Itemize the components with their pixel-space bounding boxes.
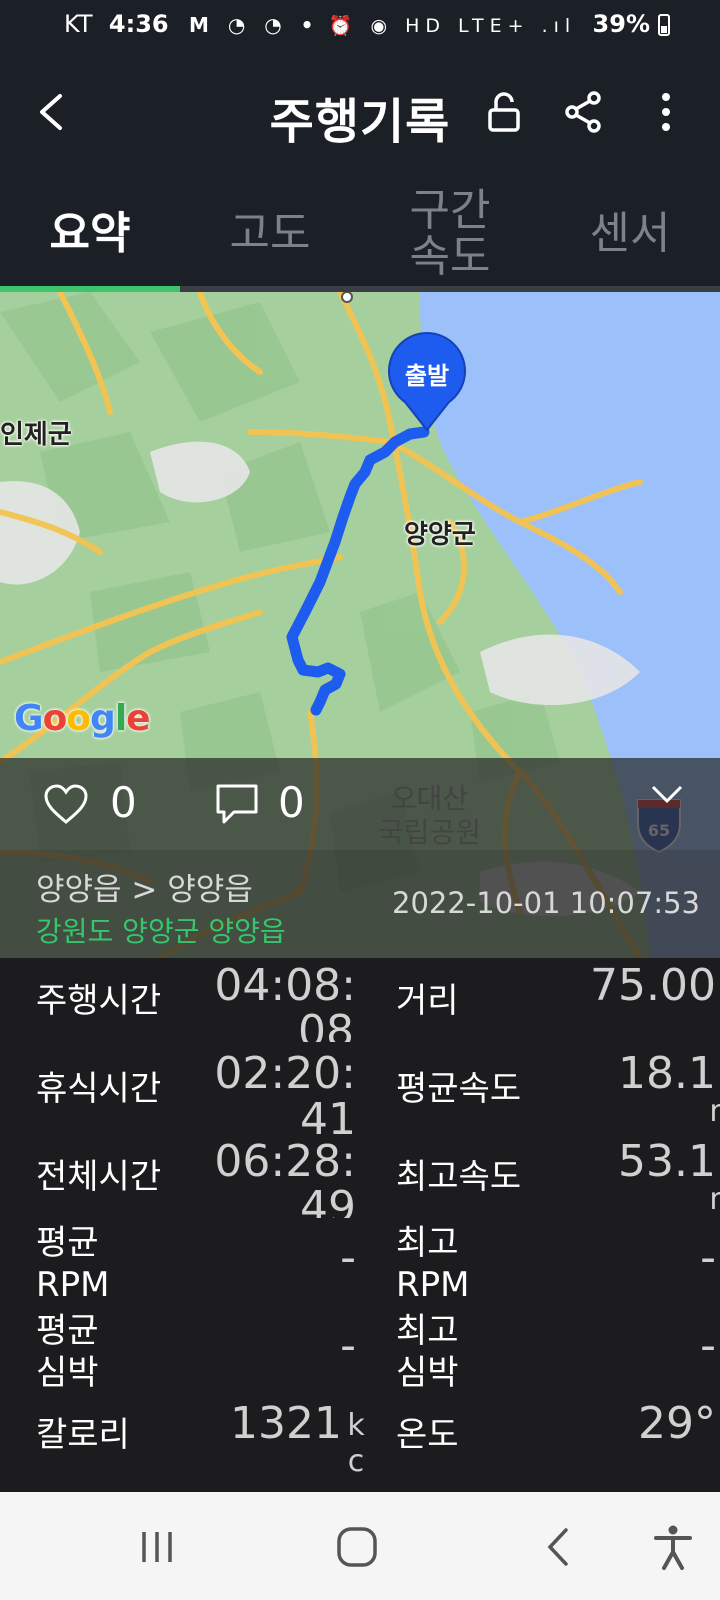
- google-letter: g: [90, 698, 116, 739]
- recent-apps-icon[interactable]: [132, 1522, 182, 1572]
- home-icon[interactable]: [332, 1522, 382, 1572]
- stat-value: -: [340, 1232, 356, 1283]
- stat-calories: 칼로리 1321 kc: [36, 1398, 396, 1492]
- stat-ride-time: 주행시간 04:08: 08: [36, 958, 396, 1046]
- google-letter: e: [126, 698, 150, 739]
- stat-label: 전체시간: [36, 1157, 162, 1197]
- stat-value: 18.1: [618, 1048, 716, 1099]
- google-letter: G: [14, 698, 44, 739]
- google-letter: o: [42, 698, 68, 739]
- tab-sensor[interactable]: 센서: [540, 178, 720, 290]
- accessibility-icon[interactable]: [648, 1522, 698, 1572]
- chevron-down-icon[interactable]: [650, 784, 684, 806]
- share-icon[interactable]: [560, 88, 608, 136]
- tab-section-speed-line1: 구간: [409, 185, 491, 236]
- google-letter: l: [114, 698, 127, 739]
- stat-label: 평균 심박: [36, 1310, 99, 1394]
- stat-max-heart-rate: 최고 심박 -: [396, 1310, 720, 1398]
- app-header: 주행기록: [0, 52, 720, 178]
- stat-label: 거리: [396, 981, 459, 1021]
- stat-unit-overflow: m/: [706, 1094, 720, 1130]
- ride-stats: 주행시간 04:08: 08 거리 75.00 km 휴식시간 02:20: 4…: [0, 958, 720, 1492]
- stat-label-line2: RPM: [396, 1265, 470, 1305]
- stat-value: 1321: [230, 1398, 342, 1449]
- notification-icons: M ◔ ◔ •: [188, 13, 320, 37]
- stat-label-line2: 심박: [396, 1353, 459, 1393]
- google-logo: Google: [14, 698, 151, 739]
- stat-label: 칼로리: [36, 1415, 130, 1455]
- stat-label-line1: 최고: [396, 1223, 459, 1263]
- stat-label: 온도: [396, 1415, 459, 1455]
- stat-value: 53.1: [618, 1136, 716, 1187]
- tab-section-speed-line2: 속도: [409, 231, 491, 282]
- stat-avg-speed: 평균속도 18.1 k m/: [396, 1046, 720, 1134]
- stat-value-overflow: 49: [300, 1182, 356, 1218]
- stat-label: 평균속도: [396, 1069, 522, 1109]
- stat-value: 02:20:: [214, 1048, 356, 1099]
- stat-label: 평균 RPM: [36, 1222, 109, 1306]
- social-bar: 0 0 오대산 국립공원: [0, 758, 720, 850]
- stat-max-speed: 최고속도 53.1 k m/: [396, 1134, 720, 1222]
- like-count: 0: [110, 778, 137, 827]
- stat-temperature: 온도 29°: [396, 1398, 720, 1486]
- carrier-label: KT: [64, 10, 93, 38]
- stat-label: 최고 심박: [396, 1310, 459, 1394]
- odaesan-line1: 오대산: [390, 782, 469, 815]
- stat-label-line1: 평균: [36, 1223, 99, 1263]
- map-label-inje: 인제군: [0, 420, 72, 450]
- system-nav-bar: [0, 1492, 720, 1600]
- stat-rest-time: 휴식시간 02:20: 41: [36, 1046, 396, 1145]
- status-bar: KT 4:36 M ◔ ◔ • ⏰ ◉ HD LTE+ .ıl 39%: [0, 0, 720, 52]
- heart-icon[interactable]: [42, 782, 90, 826]
- google-letter: o: [66, 698, 91, 739]
- stat-avg-heart-rate: 평균 심박 -: [36, 1310, 396, 1398]
- comment-count: 0: [278, 778, 305, 827]
- stat-value: -: [700, 1232, 716, 1283]
- ride-datetime: 2022-10-01 10:07:53: [392, 886, 700, 920]
- stat-unit-overflow: m/: [706, 1182, 720, 1218]
- tab-altitude[interactable]: 고도: [180, 178, 360, 290]
- odaesan-line2: 국립공원: [378, 816, 482, 849]
- region-name: 강원도 양양군 양양읍: [36, 915, 286, 948]
- status-time: 4:36: [108, 10, 169, 38]
- stat-value: 04:08:: [214, 960, 356, 1011]
- battery-icon: [658, 14, 670, 36]
- tab-bar: 요약 고도 구간 속도 센서: [0, 178, 720, 290]
- stat-label: 최고 RPM: [396, 1222, 469, 1306]
- stat-label: 휴식시간: [36, 1069, 162, 1109]
- location-bar: 양양읍 > 양양읍 강원도 양양군 양양읍 2022-10-01 10:07:5…: [0, 850, 720, 958]
- stat-label: 주행시간: [36, 981, 162, 1021]
- battery-percent: 39%: [592, 10, 650, 38]
- stat-unit: kc: [347, 1408, 365, 1479]
- tab-summary[interactable]: 요약: [0, 178, 180, 290]
- stat-label-line2: RPM: [36, 1265, 110, 1305]
- stat-label-line2: 심박: [36, 1353, 99, 1393]
- back-icon[interactable]: [534, 1522, 584, 1572]
- status-right: ⏰ ◉ HD LTE+ .ıl 39%: [328, 10, 670, 38]
- unlock-icon[interactable]: [480, 88, 528, 136]
- stat-distance: 거리 75.00 km: [396, 958, 720, 1046]
- stat-label-line1: 최고: [396, 1311, 459, 1351]
- status-left: KT 4:36 M ◔ ◔ •: [64, 10, 319, 38]
- comment-icon[interactable]: [214, 782, 260, 826]
- stat-value-overflow: 08: [298, 1006, 354, 1042]
- tab-section-speed[interactable]: 구간 속도: [360, 178, 540, 290]
- map-label-odaesan: 오대산 국립공원: [378, 782, 481, 850]
- stat-max-rpm: 최고 RPM -: [396, 1222, 720, 1310]
- stat-value: -: [700, 1320, 716, 1371]
- stat-value: -: [340, 1320, 356, 1371]
- start-marker-label: 출발: [405, 362, 449, 390]
- more-vertical-icon[interactable]: [642, 88, 690, 136]
- stat-label-line1: 평균: [36, 1311, 99, 1351]
- stat-avg-rpm: 평균 RPM -: [36, 1222, 396, 1310]
- stat-value: 75.00: [590, 960, 716, 1011]
- stat-total-time: 전체시간 06:28: 49: [36, 1134, 396, 1222]
- stat-value: 06:28:: [214, 1136, 356, 1187]
- map-label-yangyang: 양양군: [404, 520, 476, 550]
- stat-label: 최고속도: [396, 1157, 522, 1197]
- page-title: 주행기록: [269, 94, 451, 150]
- route-summary: 양양읍 > 양양읍: [36, 872, 253, 908]
- system-status-icons: ⏰ ◉ HD LTE+ .ıl: [328, 15, 577, 37]
- stat-value: 29°: [638, 1398, 716, 1449]
